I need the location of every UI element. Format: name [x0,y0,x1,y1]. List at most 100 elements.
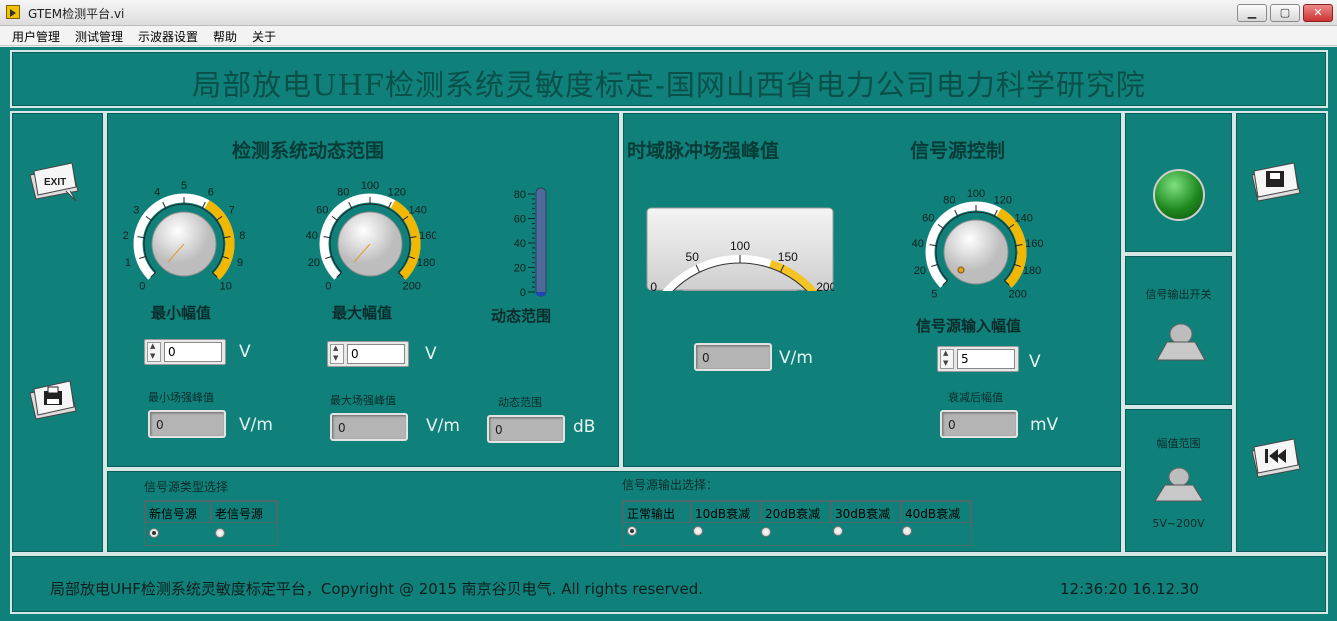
meter-tick-label: 200 [816,280,834,291]
source-amplitude-unit: V [1029,352,1041,372]
save-icon[interactable] [1248,161,1304,205]
min-amplitude-knob[interactable]: 01 2 3 4 5 6 7 8 9 10 [122,178,252,302]
output-40db[interactable]: 40dB衰减 [901,501,971,523]
max-knob-tick-label: 180 [417,257,435,269]
min-field-unit: V/m [239,415,273,435]
minimize-button[interactable]: ▁ [1237,4,1267,22]
rewind-icon[interactable] [1248,437,1304,481]
source-amplitude-stepper[interactable] [940,349,954,369]
max-knob-tick-label: 200 [403,281,421,293]
max-knob-tick-label: 0 [325,281,331,293]
src-knob-tick-label: 60 [922,212,934,224]
right-toolbar [1234,111,1328,554]
range-toggle-switch[interactable] [1151,465,1207,507]
banner: 局部放电UHF检测系统灵敏度标定-国网山西省电力公司电力科学研究院 [10,50,1328,108]
src-knob-dial[interactable] [943,219,1009,285]
source-type-old-radio[interactable] [215,528,225,538]
section-title-source: 信号源控制 [910,140,1006,162]
max-amplitude-input[interactable]: 0 [327,341,409,367]
min-knob-tick-label: 3 [133,204,139,216]
pulse-peak-unit: V/m [779,348,813,368]
min-knob-tick-label: 5 [181,180,187,192]
output-10db[interactable]: 10dB衰减 [691,501,761,523]
close-button[interactable]: ✕ [1303,4,1333,22]
source-amplitude-knob[interactable]: 5 20 40 60 80 100 120140 160 180 200 [904,186,1044,310]
source-type-new-radio[interactable] [149,528,159,538]
dynamic-range-bar: 80 60 40 20 0 [514,187,547,299]
min-amplitude-value[interactable]: 0 [164,342,222,362]
meter-tick-label: 0 [650,280,657,291]
output-toggle-switch[interactable] [1153,320,1209,368]
source-amplitude-value[interactable]: 5 [957,349,1015,369]
restore-button[interactable]: ▢ [1270,4,1300,22]
thermo-tick-label: 0 [520,287,526,299]
output-normal-radio[interactable] [627,526,637,536]
thermo-tick-label: 40 [514,238,526,250]
src-knob-tick-label: 140 [1015,212,1033,224]
exit-icon[interactable]: EXIT [26,161,82,205]
source-type-old[interactable]: 老信号源 [211,501,277,523]
led-cell [1123,111,1234,254]
menu-help[interactable]: 帮助 [213,28,237,45]
output-normal[interactable]: 正常输出 [623,501,691,523]
app-icon [6,5,20,19]
min-knob-tick-label: 6 [208,186,214,198]
output-20db[interactable]: 20dB衰减 [761,501,831,523]
dynamic-range-label: 动态范围 [491,307,552,325]
min-knob-tick-label: 4 [154,186,160,198]
output-30db[interactable]: 30dB衰减 [831,501,901,523]
left-toolbar: EXIT [10,111,105,554]
menu-test[interactable]: 测试管理 [75,28,123,45]
menu-about[interactable]: 关于 [252,28,276,45]
min-amplitude-unit: V [239,342,251,362]
range-cell: 幅值范围 5V~200V [1123,407,1234,554]
source-type-new[interactable]: 新信号源 [145,501,211,523]
min-knob-tick-label: 2 [123,230,129,242]
max-amplitude-label: 最大幅值 [332,304,393,322]
dynamic-range-unit: dB [573,417,596,437]
src-knob-tick-label: 120 [994,194,1012,206]
pulse-peak-meter: 0 50 100 150 200 [646,207,834,291]
dynamic-range-ind-label: 动态范围 [498,396,542,409]
min-amplitude-stepper[interactable] [147,342,161,362]
section-title-dynamic: 检测系统动态范围 [232,140,385,162]
source-amplitude-label: 信号源输入幅值 [916,317,1022,335]
max-knob-tick-label: 120 [388,186,406,198]
output-10db-radio[interactable] [693,526,703,536]
max-amplitude-value[interactable]: 0 [347,344,405,364]
max-knob-tick-label: 20 [308,257,320,269]
src-knob-tick-label: 40 [912,238,924,250]
min-knob-tick-label: 7 [229,204,235,216]
max-knob-tick-label: 140 [409,204,427,216]
menu-user[interactable]: 用户管理 [12,28,60,45]
print-icon[interactable] [26,379,82,423]
output-20db-radio[interactable] [761,527,771,537]
attenuated-unit: mV [1030,415,1059,435]
max-amplitude-unit: V [425,344,437,364]
max-field-label: 最大场强峰值 [330,394,396,407]
clock-text: 12:36:20 16.12.30 [1060,580,1199,598]
src-knob-tick-label: 5 [931,289,937,301]
min-amplitude-input[interactable]: 0 [144,339,226,365]
thermo-tick-label: 60 [514,214,526,226]
output-switch-cell: 信号输出开关 [1123,254,1234,407]
output-30db-radio[interactable] [833,526,843,536]
source-amplitude-input[interactable]: 5 [937,346,1019,372]
attenuated-indicator: 0 [940,410,1018,438]
menu-scope[interactable]: 示波器设置 [138,28,198,45]
output-select-label: 信号源输出选择： [622,478,719,492]
source-type-label: 信号源类型选择 [144,480,229,494]
src-knob-tick-label: 160 [1025,238,1043,250]
max-knob-tick-label: 80 [337,186,349,198]
max-knob-tick-label: 160 [419,230,436,242]
meter-tick-label: 50 [686,250,700,264]
output-40db-radio[interactable] [902,526,912,536]
thermo-tick-label: 20 [514,263,526,275]
min-knob-tick-label: 9 [237,257,243,269]
max-amplitude-stepper[interactable] [330,344,344,364]
min-knob-tick-label: 1 [125,257,131,269]
min-knob-tick-label: 10 [220,281,232,293]
max-knob-tick-label: 60 [316,204,328,216]
max-amplitude-knob[interactable]: 0 20 40 60 80 100 120140 160 180 200 [306,178,436,302]
status-led [1153,169,1205,221]
